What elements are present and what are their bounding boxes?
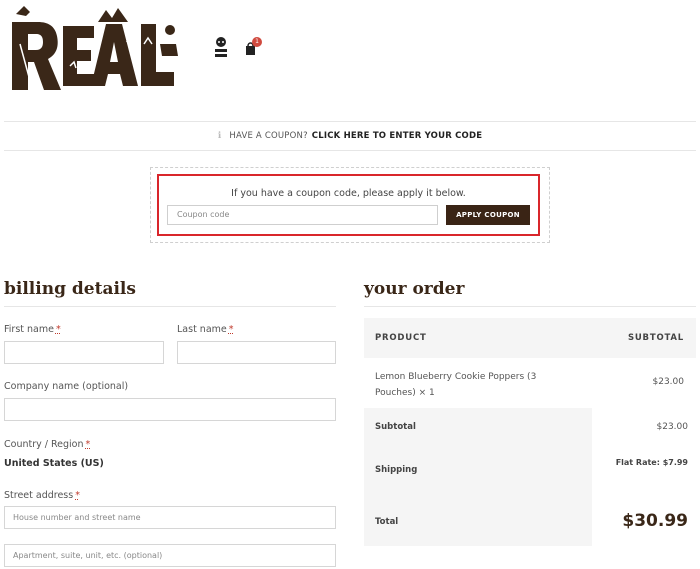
last-name-label: Last name * (177, 324, 234, 335)
first-name-label: First name * (4, 324, 61, 335)
order-table-header: PRODUCT SUBTOTAL (364, 318, 696, 358)
order-item-qty: × 1 (418, 388, 435, 398)
shipping-value: Flat Rate: $7.99 (615, 458, 688, 467)
country-value: United States (US) (4, 458, 104, 469)
billing-divider (4, 306, 336, 307)
brand-logo[interactable] (10, 4, 195, 96)
country-label: Country / Region * (4, 439, 91, 450)
coupon-description: If you have a coupon code, please apply … (231, 188, 466, 199)
show-coupon-link[interactable]: CLICK HERE TO ENTER YOUR CODE (312, 131, 482, 141)
street-label: Street address * (4, 490, 80, 501)
subtotal-column-header: SUBTOTAL (627, 333, 684, 343)
coupon-notice-text: HAVE A COUPON? (229, 131, 308, 141)
street-address-input[interactable]: House number and street name (4, 506, 336, 529)
coupon-notice: ℹ HAVE A COUPON? CLICK HERE TO ENTER YOU… (4, 121, 696, 151)
coupon-code-input[interactable]: Coupon code (167, 205, 438, 225)
order-heading: your order (364, 279, 465, 299)
total-label: Total (375, 517, 399, 527)
apply-coupon-button[interactable]: APPLY COUPON (446, 205, 530, 225)
order-line-item: Lemon Blueberry Cookie Poppers (3 Pouche… (364, 358, 696, 408)
account-icon[interactable] (213, 36, 229, 62)
first-name-input[interactable] (4, 341, 164, 364)
order-item-name: Lemon Blueberry Cookie Poppers (3 Pouche… (375, 372, 537, 398)
shipping-label: Shipping (375, 465, 418, 475)
subtotal-value: $23.00 (656, 422, 689, 432)
order-item-price: $23.00 (652, 377, 685, 387)
company-input[interactable] (4, 398, 336, 421)
coupon-form: If you have a coupon code, please apply … (157, 174, 540, 236)
company-label: Company name (optional) (4, 381, 129, 392)
order-divider (364, 306, 696, 307)
product-column-header: PRODUCT (375, 333, 427, 343)
last-name-input[interactable] (177, 341, 336, 364)
subtotal-label: Subtotal (375, 422, 416, 432)
info-icon: ℹ (217, 131, 222, 141)
billing-heading: billing details (4, 279, 136, 299)
street-address-2-input[interactable]: Apartment, suite, unit, etc. (optional) (4, 544, 336, 567)
total-value: $30.99 (622, 511, 688, 531)
cart-count-badge: 1 (252, 37, 262, 47)
